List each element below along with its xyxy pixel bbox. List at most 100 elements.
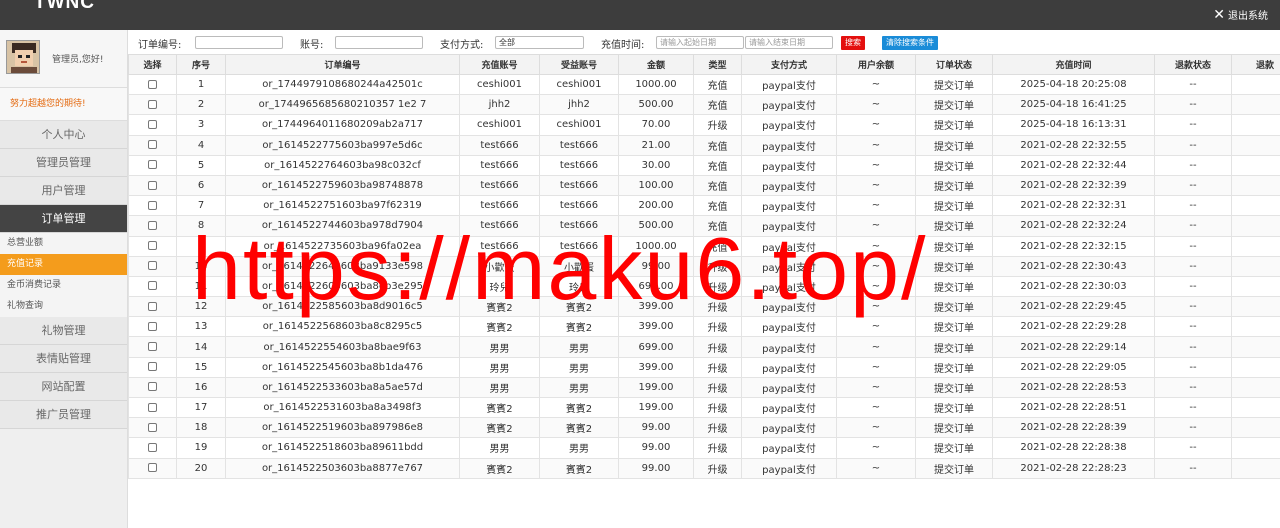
sidebar-subitem[interactable]: 总营业额: [0, 233, 127, 254]
table-cell: 提交订单: [915, 356, 993, 378]
table-row[interactable]: 16 or_1614522533603ba8a5ae57d 男男 男男 199.00 升级…: [128, 376, 1280, 399]
row-checkbox[interactable]: [148, 261, 157, 271]
table-cell: 2021-02-28 22:29:28: [992, 316, 1155, 338]
row-checkbox[interactable]: [148, 99, 157, 109]
order-no-input[interactable]: [195, 36, 283, 49]
table-cell: 6: [176, 174, 226, 197]
table-cell: 14: [176, 336, 226, 358]
refund-cell: [1231, 215, 1280, 237]
table-row[interactable]: 2 or_1744965685680210357 1e2 7 jhh2 jhh2 500…: [128, 94, 1280, 116]
table-cell: test666: [459, 134, 540, 156]
table-cell: ceshi001: [459, 114, 540, 136]
table-cell: 升级: [693, 457, 742, 479]
row-checkbox[interactable]: [148, 79, 157, 89]
row-checkbox[interactable]: [148, 422, 157, 432]
table-cell: ~: [836, 195, 916, 217]
column-header[interactable]: 退款: [1231, 54, 1280, 75]
sidebar-item[interactable]: 表情贴管理: [0, 345, 127, 373]
table-row[interactable]: 1 or_1744979108680244a42501c ceshi001 ceshi…: [128, 73, 1280, 96]
logout-label: 退出系统: [1228, 11, 1268, 22]
table-cell: 提交订单: [915, 437, 993, 459]
column-header[interactable]: 用户余额: [836, 54, 916, 75]
table-cell: 升级: [693, 356, 742, 378]
start-date-input[interactable]: 请输入起始日期: [656, 36, 744, 49]
sidebar-subitem[interactable]: 充值记录: [0, 254, 127, 275]
table-cell: ~: [836, 336, 916, 358]
sidebar-item[interactable]: 礼物管理: [0, 317, 127, 345]
sidebar-item[interactable]: 个人中心: [0, 121, 127, 149]
table-cell: --: [1154, 195, 1232, 217]
table-row[interactable]: 6 or_1614522759603ba98748878 test666 test66…: [128, 174, 1280, 197]
sidebar-subitem[interactable]: 金币消费记录: [0, 275, 127, 296]
column-header[interactable]: 充值账号: [459, 54, 540, 75]
table-cell: paypal支付: [741, 396, 837, 419]
table-cell: 賓賓2: [539, 417, 619, 439]
table-cell: or_1614522518603ba89611bdd: [225, 437, 460, 459]
select-cell: [128, 376, 177, 399]
column-header[interactable]: 充值时间: [992, 54, 1155, 75]
row-checkbox[interactable]: [148, 342, 157, 352]
table-cell: 男男: [539, 336, 619, 358]
row-checkbox[interactable]: [148, 180, 157, 190]
column-header[interactable]: 订单编号: [225, 54, 460, 75]
column-header[interactable]: 金额: [618, 54, 694, 75]
column-header[interactable]: 类型: [693, 54, 742, 75]
table-cell: 2021-02-28 22:29:05: [992, 356, 1155, 378]
row-checkbox[interactable]: [148, 160, 157, 170]
table-row[interactable]: 18 or_1614522519603ba897986e8 賓賓2 賓賓2 99.00 升…: [128, 417, 1280, 439]
table-row[interactable]: 7 or_1614522751603ba97f62319 test666 test66…: [128, 195, 1280, 217]
table-cell: test666: [459, 154, 540, 176]
select-cell: [128, 73, 177, 96]
sidebar-item[interactable]: 订单管理: [0, 205, 127, 233]
clear-search-button[interactable]: 清除搜索条件: [882, 36, 938, 50]
table-row[interactable]: 14 or_1614522554603ba8bae9f63 男男 男男 699.00 升级…: [128, 336, 1280, 358]
table-cell: 提交订单: [915, 417, 993, 439]
table-row[interactable]: 19 or_1614522518603ba89611bdd 男男 男男 99.00 升级 p…: [128, 437, 1280, 459]
row-checkbox[interactable]: [148, 281, 157, 291]
row-checkbox[interactable]: [148, 382, 157, 392]
column-header[interactable]: 支付方式: [741, 54, 837, 75]
table-row[interactable]: 15 or_1614522545603ba8b1da476 男男 男男 399.00 升级…: [128, 356, 1280, 378]
table-row[interactable]: 3 or_1744964011680209ab2a717 ceshi001 ceshi…: [128, 114, 1280, 136]
column-header[interactable]: 退款状态: [1154, 54, 1232, 75]
table-cell: 男男: [459, 336, 540, 358]
order-no-label: 订单编号:: [138, 40, 182, 51]
table-row[interactable]: 17 or_1614522531603ba8a3498f3 賓賓2 賓賓2 199.00…: [128, 396, 1280, 419]
table-cell: ~: [836, 174, 916, 197]
row-checkbox[interactable]: [148, 200, 157, 210]
table-cell: --: [1154, 417, 1232, 439]
table-cell: 200.00: [618, 195, 694, 217]
sidebar-item[interactable]: 网站配置: [0, 373, 127, 401]
table-cell: 升级: [693, 336, 742, 358]
search-button[interactable]: 搜索: [841, 36, 865, 50]
sidebar-item[interactable]: 用户管理: [0, 177, 127, 205]
logout-button[interactable]: ✕ 退出系统: [1213, 6, 1268, 23]
column-header[interactable]: 订单状态: [915, 54, 993, 75]
row-checkbox[interactable]: [148, 362, 157, 372]
sidebar-subitem[interactable]: 礼物查询: [0, 296, 127, 317]
row-checkbox[interactable]: [148, 463, 157, 473]
row-checkbox[interactable]: [148, 442, 157, 452]
column-header[interactable]: 受益账号: [539, 54, 619, 75]
sidebar-item[interactable]: 推广员管理: [0, 401, 127, 429]
row-checkbox[interactable]: [148, 140, 157, 150]
table-row[interactable]: 20 or_1614522503603ba8877e767 賓賓2 賓賓2 99.00 升…: [128, 457, 1280, 479]
end-date-input[interactable]: 请输入结束日期: [745, 36, 833, 49]
table-cell: test666: [539, 154, 619, 176]
column-header[interactable]: 序号: [176, 54, 226, 75]
row-checkbox[interactable]: [148, 220, 157, 230]
row-checkbox[interactable]: [148, 241, 157, 251]
close-icon: ✕: [1213, 6, 1225, 23]
table-row[interactable]: 4 or_1614522775603ba997e5d6c test666 test66…: [128, 134, 1280, 156]
table-cell: 男男: [539, 356, 619, 378]
column-header[interactable]: 选择: [128, 54, 177, 75]
row-checkbox[interactable]: [148, 301, 157, 311]
row-checkbox[interactable]: [148, 402, 157, 412]
row-checkbox[interactable]: [148, 321, 157, 331]
table-row[interactable]: 5 or_1614522764603ba98c032cf test666 test66…: [128, 154, 1280, 176]
account-input[interactable]: [335, 36, 423, 49]
table-cell: paypal支付: [741, 134, 837, 156]
row-checkbox[interactable]: [148, 119, 157, 129]
pay-method-select[interactable]: 全部: [495, 36, 584, 49]
sidebar-item[interactable]: 管理员管理: [0, 149, 127, 177]
